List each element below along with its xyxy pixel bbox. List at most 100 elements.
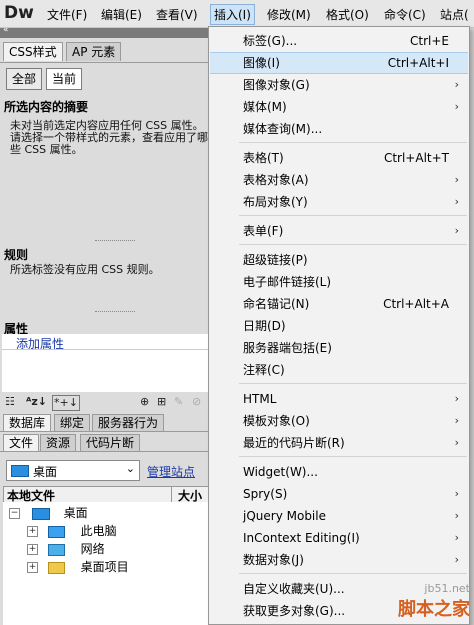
tree-item-desktop[interactable]: − 桌面 xyxy=(9,504,88,522)
menu-item-8[interactable]: 表单(F) › xyxy=(210,220,468,242)
menu-format[interactable]: 格式(O) xyxy=(323,5,372,24)
edit-rule-icon[interactable]: ✎ xyxy=(174,395,183,409)
app-logo: Dw xyxy=(4,3,34,23)
expand-toggle-icon[interactable]: + xyxy=(27,544,38,555)
menu-item-16[interactable]: 模板对象(O) › xyxy=(210,410,468,432)
menu-item-11[interactable]: 命名锚记(N) Ctrl+Alt+A xyxy=(210,293,468,315)
menu-separator xyxy=(239,215,467,216)
menu-item-0[interactable]: 标签(G)... Ctrl+E xyxy=(210,30,468,52)
menu-item-22[interactable]: 数据对象(J) › xyxy=(210,549,468,571)
list-view-icon[interactable]: ☷ xyxy=(5,395,15,409)
menu-modify[interactable]: 修改(M) xyxy=(264,5,314,24)
menu-item-19[interactable]: Spry(S) › xyxy=(210,483,468,505)
properties-list: 添加属性 xyxy=(2,334,210,392)
menu-separator xyxy=(239,456,467,457)
tab-divider xyxy=(0,62,212,63)
tab-bindings[interactable]: 绑定 xyxy=(54,414,91,431)
submenu-arrow-icon: › xyxy=(454,553,459,566)
tree-label: 桌面项目 xyxy=(80,560,129,574)
expand-toggle-icon[interactable]: + xyxy=(27,562,38,573)
collapse-icon[interactable]: « xyxy=(3,28,9,35)
menu-item-20[interactable]: jQuery Mobile › xyxy=(210,505,468,527)
menu-item-13[interactable]: 服务器端包括(E) xyxy=(210,337,468,359)
menu-site[interactable]: 站点( xyxy=(437,5,472,24)
tree-item-network[interactable]: + 网络 xyxy=(27,540,105,558)
tab-css-styles[interactable]: CSS样式 xyxy=(3,42,63,61)
computer-icon xyxy=(47,525,65,538)
link-icon[interactable]: ⊕ xyxy=(140,395,149,409)
submenu-arrow-icon: › xyxy=(454,487,459,500)
menu-item-6[interactable]: 表格对象(A) › xyxy=(210,169,468,191)
menu-separator xyxy=(239,142,467,143)
menu-item-label: 超级链接(P) xyxy=(243,253,308,267)
tab-server-behaviors[interactable]: 服务器行为 xyxy=(92,414,165,431)
site-select[interactable]: 桌面 ⌄ xyxy=(6,460,140,481)
menu-item-label: 表单(F) xyxy=(243,224,284,238)
menu-separator xyxy=(239,244,467,245)
menu-item-7[interactable]: 布局对象(Y) › xyxy=(210,191,468,213)
all-button[interactable]: 全部 xyxy=(6,68,43,90)
menu-item-10[interactable]: 电子邮件链接(L) xyxy=(210,271,468,293)
current-button[interactable]: 当前 xyxy=(46,68,83,90)
menu-item-1[interactable]: 图像(I) Ctrl+Alt+I xyxy=(210,52,468,74)
menu-item-label: 布局对象(Y) xyxy=(243,195,308,209)
submenu-arrow-icon: › xyxy=(454,224,459,237)
menu-item-15[interactable]: HTML › xyxy=(210,388,468,410)
set-properties-icon[interactable]: *+↓ xyxy=(52,395,80,411)
menu-item-label: 表格对象(A) xyxy=(243,173,309,187)
submenu-arrow-icon: › xyxy=(454,195,459,208)
menu-item-3[interactable]: 媒体(M) › xyxy=(210,96,468,118)
files-header: 本地文件 大小 xyxy=(3,486,212,503)
menu-item-label: 电子邮件链接(L) xyxy=(243,275,332,289)
menu-item-label: 标签(G)... xyxy=(243,34,298,48)
disable-icon[interactable]: ⊘ xyxy=(192,395,201,409)
expand-toggle-icon[interactable]: + xyxy=(27,526,38,537)
tree-label: 网络 xyxy=(80,542,105,556)
menu-item-label: 服务器端包括(E) xyxy=(243,341,332,355)
menu-item-5[interactable]: 表格(T) Ctrl+Alt+T xyxy=(210,147,468,169)
menu-item-14[interactable]: 注释(C) xyxy=(210,359,468,381)
menu-separator xyxy=(239,383,467,384)
menu-command[interactable]: 命令(C) xyxy=(381,5,429,24)
panel-collapse-bar[interactable]: « xyxy=(0,28,212,38)
submenu-arrow-icon: › xyxy=(454,392,459,405)
menu-item-9[interactable]: 超级链接(P) xyxy=(210,249,468,271)
menu-item-17[interactable]: 最近的代码片断(R) › xyxy=(210,432,468,454)
menu-edit[interactable]: 编辑(E) xyxy=(98,5,145,24)
tab-files[interactable]: 文件 xyxy=(3,434,40,451)
submenu-arrow-icon: › xyxy=(454,531,459,544)
folder-icon xyxy=(47,561,65,574)
menu-item-label: 模板对象(O) xyxy=(243,414,310,428)
collapse-toggle-icon[interactable]: − xyxy=(9,508,20,519)
resize-grip[interactable] xyxy=(95,240,135,241)
menu-item-18[interactable]: Widget(W)... xyxy=(210,461,468,483)
css-panel: « CSS样式 AP 元素 全部 当前 所选内容的摘要 未对当前选定内容应用任何… xyxy=(0,28,212,625)
tree-item-this-pc[interactable]: + 此电脑 xyxy=(27,522,117,540)
tree-item-desktop-items[interactable]: + 桌面项目 xyxy=(27,558,129,576)
watermark-brand: 脚本之家 xyxy=(398,599,470,620)
menu-item-label: Widget(W)... xyxy=(243,465,318,479)
menu-item-2[interactable]: 图像对象(G) › xyxy=(210,74,468,96)
resize-grip-2[interactable] xyxy=(95,311,135,312)
menu-item-label: Spry(S) xyxy=(243,487,288,501)
menu-item-shortcut: Ctrl+Alt+A xyxy=(383,297,449,311)
css-toolbar: ☷ ᴬz↓ *+↓ ⊕ ⊞ ✎ ⊘ xyxy=(2,395,210,411)
tab-database[interactable]: 数据库 xyxy=(3,414,52,431)
summary-text: 未对当前选定内容应用任何 CSS 属性。请选择一个带样式的元素，查看应用了哪些 … xyxy=(10,119,208,156)
menu-item-label: 获取更多对象(G)... xyxy=(243,604,346,618)
tab-ap-elements[interactable]: AP 元素 xyxy=(66,42,122,61)
menu-insert[interactable]: 插入(I) xyxy=(210,4,255,25)
menu-item-4[interactable]: 媒体查询(M)... xyxy=(210,118,468,140)
tab-snippets[interactable]: 代码片断 xyxy=(80,434,141,451)
menu-view[interactable]: 查看(V) xyxy=(153,5,201,24)
menu-item-12[interactable]: 日期(D) xyxy=(210,315,468,337)
new-rule-icon[interactable]: ⊞ xyxy=(157,395,166,409)
menu-item-shortcut: Ctrl+Alt+T xyxy=(383,151,449,165)
submenu-arrow-icon: › xyxy=(454,78,459,91)
menu-item-21[interactable]: InContext Editing(I) › xyxy=(210,527,468,549)
manage-site-link[interactable]: 管理站点 xyxy=(147,463,195,480)
menu-file[interactable]: 文件(F) xyxy=(44,5,90,24)
menu-bar: Dw 文件(F) 编辑(E) 查看(V) 插入(I) 修改(M) 格式(O) 命… xyxy=(0,0,474,28)
tab-assets[interactable]: 资源 xyxy=(40,434,77,451)
az-sort-icon[interactable]: ᴬz↓ xyxy=(26,395,47,409)
